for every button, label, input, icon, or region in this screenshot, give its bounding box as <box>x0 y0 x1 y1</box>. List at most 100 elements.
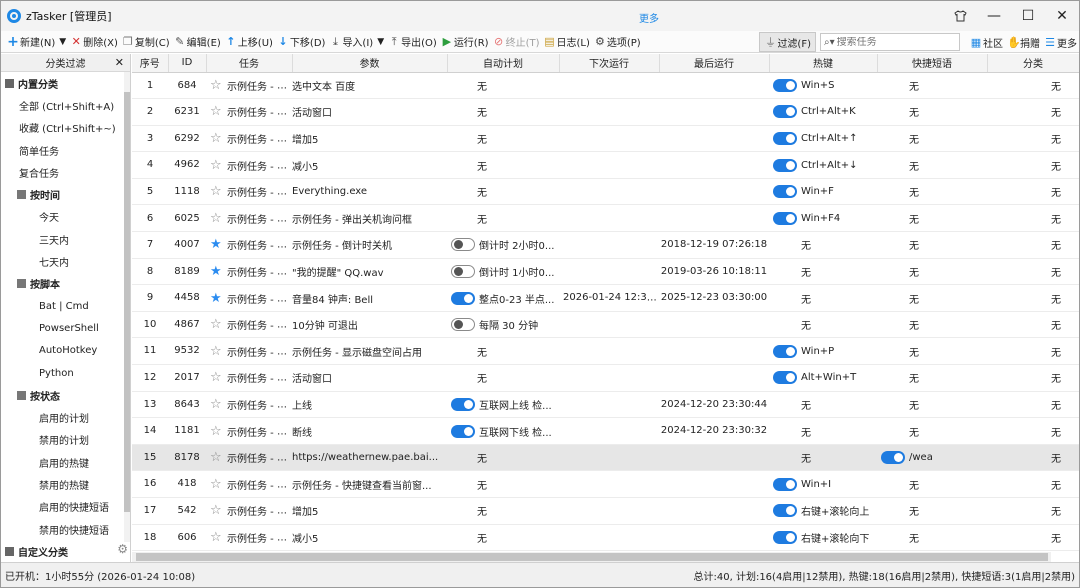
table-row[interactable]: 16418☆示例任务 - 快捷...示例任务 - 快捷键查看当前窗...无Win… <box>132 470 1079 498</box>
close-button[interactable]: ✕ <box>1045 1 1079 31</box>
column-header[interactable]: 参数 <box>292 54 448 73</box>
column-header[interactable]: 任务 <box>206 54 293 73</box>
import-button[interactable]: ⤓ 导入(I) <box>327 32 375 52</box>
favorite-star-icon[interactable]: ☆ <box>210 184 224 199</box>
favorite-star-icon[interactable]: ☆ <box>210 370 224 385</box>
sidebar-item-disabled-phrases[interactable]: 禁用的快捷短语 <box>1 518 130 540</box>
sidebar-group-script[interactable]: 按脚本 <box>1 273 130 295</box>
sidebar-item-enabled-hotkeys[interactable]: 启用的热键 <box>1 451 130 473</box>
favorite-star-icon[interactable]: ☆ <box>210 450 224 465</box>
column-header[interactable]: 最后运行 <box>659 54 770 73</box>
favorite-star-icon[interactable]: ☆ <box>210 317 224 332</box>
horizontal-scroll-thumb[interactable] <box>136 553 1048 561</box>
maximize-button[interactable]: ☐ <box>1011 1 1045 31</box>
enable-toggle[interactable] <box>451 424 475 438</box>
sidebar-item-today[interactable]: 今天 <box>1 206 130 228</box>
favorite-star-icon[interactable]: ☆ <box>210 503 224 518</box>
import-dropdown-button[interactable]: ▼ <box>375 32 386 52</box>
enable-toggle[interactable] <box>773 371 797 385</box>
table-row[interactable]: 119532☆示例任务 - 显示...示例任务 - 显示磁盘空间占用无Win+P… <box>132 337 1079 366</box>
table-row[interactable]: 17542☆示例任务 - 右键...增加5无右键+滚轮向上无无 <box>132 497 1079 525</box>
horizontal-scrollbar[interactable] <box>132 552 1051 562</box>
table-row[interactable]: 36292☆示例任务 - 增加...增加5无Ctrl+Alt+↑无无 <box>132 125 1079 153</box>
column-header[interactable]: ID <box>168 54 207 73</box>
search-input[interactable] <box>836 36 947 48</box>
move-up-button[interactable]: ↑ 上移(U) <box>223 32 275 52</box>
table-row[interactable]: 104867☆示例任务 - 挡屏...10分钟 可退出每隔 30 分钟无无无 <box>132 311 1079 339</box>
close-icon[interactable]: ✕ <box>115 56 124 69</box>
enable-toggle[interactable] <box>773 158 797 172</box>
sidebar-group-time[interactable]: 按时间 <box>1 183 130 205</box>
table-row[interactable]: 26231☆示例任务 - 关闭...活动窗口无Ctrl+Alt+K无无 <box>132 98 1079 126</box>
stop-button[interactable]: ⊘ 终止(T) <box>491 32 542 52</box>
sidebar-item-bat[interactable]: Bat | Cmd <box>1 295 130 317</box>
sidebar-group-builtin[interactable]: 内置分类 <box>1 72 130 94</box>
table-row[interactable]: 141181☆示例任务 - 网络...断线互联网下线 检... 2024-12-2… <box>132 417 1079 445</box>
log-button[interactable]: ▤ 日志(L) <box>542 32 592 52</box>
enable-toggle[interactable] <box>773 131 797 145</box>
sidebar-item-disabled-hotkeys[interactable]: 禁用的热键 <box>1 473 130 495</box>
sidebar-scroll-thumb[interactable] <box>124 92 130 512</box>
column-header[interactable]: 序号 <box>132 54 169 73</box>
enable-toggle[interactable] <box>773 530 797 544</box>
new-button[interactable]: + 新建(N) <box>5 32 57 52</box>
favorite-star-icon[interactable]: ☆ <box>210 104 224 119</box>
sidebar-item-python[interactable]: Python <box>1 362 130 384</box>
options-button[interactable]: ⚙ 选项(P) <box>592 32 643 52</box>
skin-icon[interactable] <box>943 1 977 31</box>
table-row[interactable]: 18606☆示例任务 - 右键...减小5无右键+滚轮向下无无 <box>132 524 1079 552</box>
favorite-star-icon[interactable]: ☆ <box>210 158 224 173</box>
enable-toggle[interactable] <box>773 185 797 199</box>
table-row[interactable]: 88189★示例任务 - 弹窗..."我的提醒" QQ.wav倒计时 1小时0.… <box>132 258 1079 286</box>
favorite-star-icon[interactable]: ★ <box>210 264 224 279</box>
delete-button[interactable]: ✕ 删除(X) <box>68 32 120 52</box>
community-button[interactable]: ▦ 社区 <box>968 32 1005 52</box>
more-link[interactable]: 更多 <box>639 10 659 25</box>
sidebar-item-favorites[interactable]: 收藏 (Ctrl+Shift+~) <box>1 117 130 139</box>
table-row[interactable]: 66025☆示例任务 - 弹出...示例任务 - 弹出关机询问框无Win+F4无… <box>132 204 1079 233</box>
settings-gear-icon[interactable]: ⚙ <box>117 542 128 556</box>
table-row[interactable]: 122017☆示例任务 - 老板...活动窗口无Alt+Win+T无无 <box>132 364 1079 392</box>
copy-button[interactable]: ❐ 复制(C) <box>120 32 172 52</box>
favorite-star-icon[interactable]: ★ <box>210 291 224 306</box>
edit-button[interactable]: ✎ 编辑(E) <box>172 32 223 52</box>
column-header[interactable]: 热键 <box>769 54 878 73</box>
enable-toggle[interactable] <box>881 451 905 465</box>
more-button[interactable]: ☰ 更多 <box>1042 32 1079 52</box>
enable-toggle[interactable] <box>773 78 797 92</box>
sidebar-item-compound[interactable]: 复合任务 <box>1 161 130 183</box>
sidebar-item-seven-days[interactable]: 七天内 <box>1 250 130 272</box>
table-row[interactable]: 1684☆示例任务 - 网络...选中文本 百度无Win+S无无 <box>132 72 1079 100</box>
sidebar-item-powershell[interactable]: PowserShell <box>1 317 130 339</box>
column-header[interactable]: 自动计划 <box>447 54 560 73</box>
export-button[interactable]: ⤒ 导出(O) <box>386 32 439 52</box>
sidebar-scrollbar[interactable] <box>124 72 130 542</box>
enable-toggle[interactable] <box>451 397 475 411</box>
sidebar-group-custom[interactable]: 自定义分类 <box>1 540 130 562</box>
sidebar-item-enabled-phrases[interactable]: 启用的快捷短语 <box>1 496 130 518</box>
favorite-star-icon[interactable]: ☆ <box>210 424 224 439</box>
favorite-star-icon[interactable]: ☆ <box>210 344 224 359</box>
table-row[interactable]: 138643☆示例任务 - 网络...上线互联网上线 检... 2024-12-2… <box>132 391 1079 419</box>
favorite-star-icon[interactable]: ☆ <box>210 397 224 412</box>
table-row[interactable]: 74007★示例任务 - 倒计...示例任务 - 倒计时关机倒计时 2小时0..… <box>132 231 1079 259</box>
table-row[interactable]: 158178☆示例任务 - 查看...https://weathernew.pa… <box>132 444 1079 472</box>
sidebar-group-status[interactable]: 按状态 <box>1 384 130 406</box>
enable-toggle[interactable] <box>773 105 797 119</box>
sidebar-item-simple[interactable]: 简单任务 <box>1 139 130 161</box>
move-down-button[interactable]: ↓ 下移(D) <box>275 32 328 52</box>
favorite-star-icon[interactable]: ☆ <box>210 477 224 492</box>
table-row[interactable]: 51118☆示例任务 - 运行...Everything.exe无Win+F无无 <box>132 178 1079 206</box>
enable-toggle[interactable] <box>773 477 797 491</box>
minimize-button[interactable]: — <box>977 1 1011 31</box>
sidebar-item-disabled-plans[interactable]: 禁用的计划 <box>1 429 130 451</box>
sidebar-item-three-days[interactable]: 三天内 <box>1 228 130 250</box>
column-header[interactable]: 下次运行 <box>559 54 660 73</box>
new-dropdown-button[interactable]: ▼ <box>57 32 68 52</box>
favorite-star-icon[interactable]: ★ <box>210 237 224 252</box>
enable-toggle[interactable] <box>451 318 475 332</box>
donate-button[interactable]: ✋ 捐赠 <box>1005 32 1042 52</box>
table-row[interactable]: 94458★示例任务 - 整点...音量84 钟声: Bell整点0-23 半点… <box>132 284 1079 312</box>
sidebar-item-autohotkey[interactable]: AutoHotkey <box>1 340 130 362</box>
column-header[interactable]: 快捷短语 <box>877 54 988 73</box>
